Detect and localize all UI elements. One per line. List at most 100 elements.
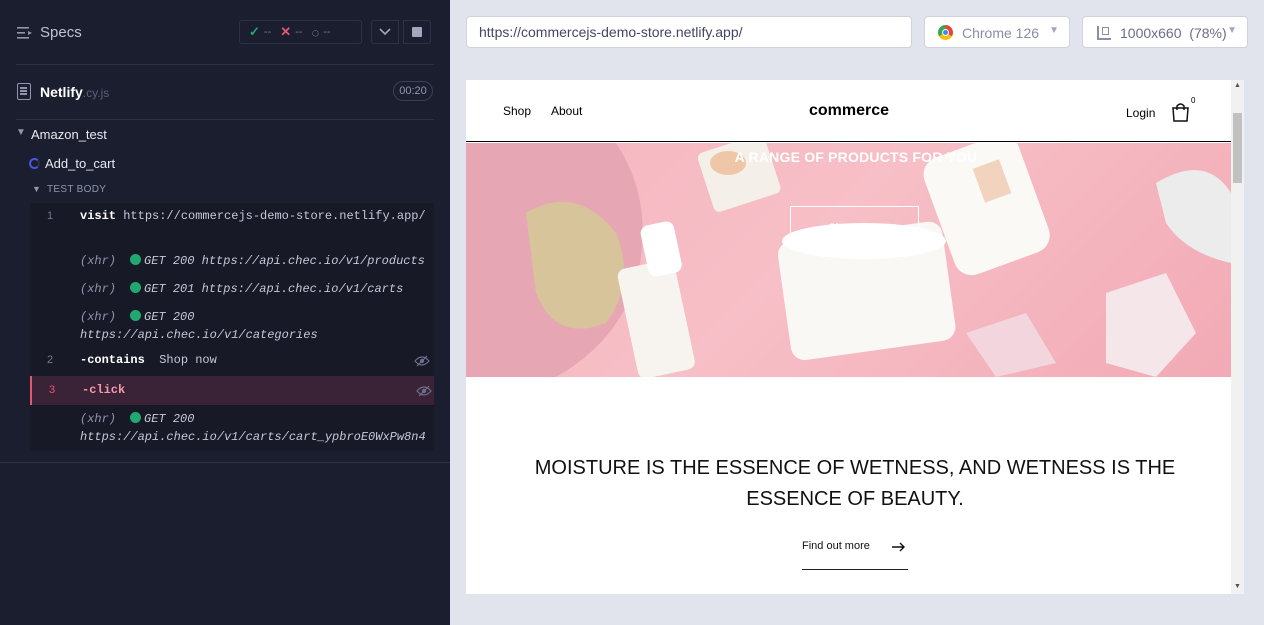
document-icon <box>17 83 31 100</box>
command-name: visit <box>80 209 117 223</box>
spec-ext-text: .cy.js <box>82 86 110 100</box>
collapse-button[interactable] <box>371 20 399 44</box>
scrollbar-thumb[interactable] <box>1233 113 1242 183</box>
command-xhr[interactable]: (xhr) GET 200 https://api.chec.io/v1/cate… <box>30 307 434 343</box>
x-icon: ✕ <box>280 24 292 39</box>
scroll-up-icon[interactable]: ▲ <box>1234 82 1241 89</box>
eye-slash-icon <box>414 355 430 367</box>
stop-button[interactable] <box>403 20 431 44</box>
viewport-label: 1000x660 (78%) <box>1120 25 1227 41</box>
xhr-method: GET 200 <box>144 254 195 268</box>
command-number: 3 <box>49 384 56 396</box>
chevron-down-icon: ▼ <box>32 184 42 194</box>
specs-list-icon[interactable] <box>17 26 33 40</box>
spec-file-name: Netlify.cy.js <box>40 84 109 100</box>
find-out-more-underline <box>802 569 908 570</box>
site-header: Shop About commerce Login 0 <box>466 80 1231 142</box>
command-name: -click <box>82 383 126 397</box>
xhr-url: https://api.chec.io/v1/categories <box>80 328 318 342</box>
check-icon: ✓ <box>249 24 260 39</box>
viewport-zoom: (78%) <box>1189 25 1227 41</box>
command-visit[interactable]: 1 visit https://commercejs-demo-store.ne… <box>30 207 434 243</box>
hero-title: A RANGE OF PRODUCTS FOR YOU <box>734 149 978 165</box>
command-click[interactable]: 3 -click <box>30 376 434 405</box>
divider <box>0 462 450 463</box>
command-body: (xhr) GET 201 https://api.chec.io/v1/cart… <box>80 280 430 298</box>
status-dot-icon <box>130 412 142 423</box>
scroll-down-icon[interactable]: ▼ <box>1234 583 1241 590</box>
xhr-url: https://api.chec.io/v1/products <box>201 254 425 268</box>
xhr-tag: (xhr) <box>80 412 117 426</box>
nav-about-link[interactable]: About <box>551 104 582 118</box>
pending-count: -- <box>323 26 331 38</box>
command-log: 1 visit https://commercejs-demo-store.ne… <box>30 203 434 451</box>
specs-header: Specs ✓ -- ✕ -- ◌ -- <box>0 0 450 64</box>
command-body: -click <box>82 381 432 399</box>
status-dot-icon <box>130 282 142 293</box>
browser-selector[interactable]: Chrome 126 ▼ <box>924 16 1070 48</box>
cart-count: 0 <box>1191 96 1196 105</box>
chevron-down-icon: ▼ <box>16 127 26 138</box>
viewport-selector[interactable]: 1000x660 (78%) ▼ <box>1082 16 1248 48</box>
eye-slash-icon <box>416 385 432 397</box>
chevron-down-icon: ▼ <box>1227 25 1237 36</box>
spec-file-row: Netlify.cy.js 00:20 <box>0 76 450 106</box>
command-body: -contains Shop now <box>80 351 430 369</box>
hero-banner: A RANGE OF PRODUCTS FOR YOU Shop now <box>466 143 1231 377</box>
viewport-icon <box>1097 26 1111 40</box>
find-out-more-link[interactable]: Find out more <box>802 540 870 552</box>
command-body: (xhr) GET 200 https://api.chec.io/v1/cart… <box>80 410 430 446</box>
running-spinner-icon <box>29 158 40 169</box>
command-arg: Shop now <box>159 353 217 367</box>
divider <box>16 64 434 65</box>
passed-stat: ✓ -- <box>249 24 271 40</box>
xhr-method: GET 200 <box>144 310 195 324</box>
test-name: Add_to_cart <box>45 156 116 171</box>
browser-label: Chrome 126 <box>962 25 1040 41</box>
viewport-size: 1000x660 <box>1120 25 1182 41</box>
command-body: (xhr) GET 200 https://api.chec.io/v1/cate… <box>80 308 430 344</box>
chevron-down-icon <box>379 28 391 36</box>
chrome-icon <box>938 25 953 40</box>
app-under-test: Shop About commerce Login 0 A RANGE OF P… <box>466 80 1244 594</box>
command-body: (xhr) GET 200 https://api.chec.io/v1/prod… <box>80 252 430 270</box>
command-xhr[interactable]: (xhr) GET 200 https://api.chec.io/v1/cart… <box>30 410 434 448</box>
duration-badge: 00:20 <box>393 81 433 101</box>
xhr-url: https://api.chec.io/v1/carts/cart_ypbroE… <box>80 430 426 444</box>
failed-stat: ✕ -- <box>280 24 302 40</box>
test-body-label: TEST BODY <box>47 184 107 195</box>
shop-now-button[interactable]: Shop now <box>790 206 919 249</box>
test-row[interactable]: Add_to_cart <box>0 154 450 174</box>
shopping-bag-icon[interactable] <box>1171 102 1190 122</box>
test-stats: ✓ -- ✕ -- ◌ -- <box>239 20 362 44</box>
pending-icon: ◌ <box>311 24 320 40</box>
stop-icon <box>412 27 422 37</box>
page-scrollbar[interactable]: ▲ ▼ <box>1231 80 1244 594</box>
command-number: 1 <box>47 210 54 222</box>
site-logo[interactable]: commerce <box>809 102 889 120</box>
command-name: -contains <box>80 353 145 367</box>
login-link[interactable]: Login <box>1126 106 1155 120</box>
nav-shop-link[interactable]: Shop <box>503 104 531 118</box>
aut-url-bar[interactable]: https://commercejs-demo-store.netlify.ap… <box>466 16 912 48</box>
suite-row[interactable]: ▼ Amazon_test <box>0 125 450 145</box>
divider <box>16 119 434 120</box>
tagline-heading: MOISTURE IS THE ESSENCE OF WETNESS, AND … <box>534 457 1176 510</box>
spec-name-text: Netlify <box>40 84 83 100</box>
command-xhr[interactable]: (xhr) GET 201 https://api.chec.io/v1/cart… <box>30 279 434 299</box>
status-dot-icon <box>130 310 142 321</box>
xhr-url: https://api.chec.io/v1/carts <box>201 282 404 296</box>
specs-label[interactable]: Specs <box>40 24 82 41</box>
command-body: visit https://commercejs-demo-store.netl… <box>80 207 430 225</box>
xhr-tag: (xhr) <box>80 254 117 268</box>
hero-product-image <box>466 143 1231 377</box>
suite-name: Amazon_test <box>31 127 107 142</box>
xhr-tag: (xhr) <box>80 310 117 324</box>
xhr-tag: (xhr) <box>80 282 117 296</box>
arrow-right-icon[interactable] <box>892 542 906 552</box>
passed-count: -- <box>263 26 272 38</box>
command-contains[interactable]: 2 -contains Shop now <box>30 351 434 371</box>
command-xhr[interactable]: (xhr) GET 200 https://api.chec.io/v1/prod… <box>30 251 434 271</box>
command-arg: https://commercejs-demo-store.netlify.ap… <box>123 209 426 223</box>
xhr-method: GET 201 <box>144 282 195 296</box>
